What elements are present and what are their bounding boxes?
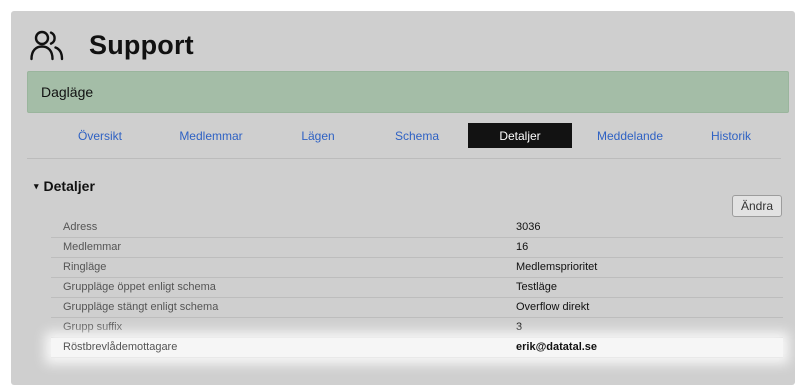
detail-row-grupp-suffix: Grupp suffix 3 (51, 318, 783, 338)
detail-value: Testläge (516, 281, 557, 293)
detail-value: 3036 (516, 221, 541, 233)
detail-key: Adress (63, 221, 98, 233)
details-section-toggle[interactable]: ▾ Detaljer (34, 178, 95, 194)
tab-medlemmar[interactable]: Medlemmar (159, 123, 263, 148)
detail-value: Overflow direkt (516, 301, 590, 313)
banner-text: Dagläge (41, 84, 94, 100)
detail-key: Grupp suffix (63, 321, 123, 333)
detail-key: Gruppläge stängt enligt schema (63, 301, 219, 313)
tab-meddelande[interactable]: Meddelande (578, 123, 682, 148)
caret-down-icon: ▾ (34, 180, 39, 191)
tab-oversikt[interactable]: Översikt (48, 123, 152, 148)
detail-key: Gruppläge öppet enligt schema (63, 281, 216, 293)
section-title: Detaljer (43, 178, 95, 194)
page-header: Support (30, 27, 194, 63)
detail-value: 3 (516, 321, 523, 333)
detail-row-gruppläge-stangt: Gruppläge stängt enligt schema Overflow … (51, 298, 783, 318)
detail-key: Ringläge (63, 261, 107, 273)
tab-lagen[interactable]: Lägen (266, 123, 370, 148)
detail-value: Medlemsprioritet (516, 261, 598, 273)
tab-historik[interactable]: Historik (679, 123, 783, 148)
tab-detaljer[interactable]: Detaljer (468, 123, 572, 148)
detail-key: Röstbrevlådemottagare (63, 341, 178, 353)
edit-button[interactable]: Ändra (732, 195, 782, 217)
status-banner: Dagläge (27, 71, 789, 113)
detail-value: 16 (516, 241, 529, 253)
detail-key: Medlemmar (63, 241, 122, 253)
detail-row-adress: Adress 3036 (51, 218, 783, 238)
detail-row-gruppläge-oppet: Gruppläge öppet enligt schema Testläge (51, 278, 783, 298)
detail-row-rostbrevladomottagare: Röstbrevlådemottagare erik@datatal.se (51, 338, 783, 358)
detail-row-ringlage: Ringläge Medlemsprioritet (51, 258, 783, 278)
tab-schema[interactable]: Schema (365, 123, 469, 148)
detail-row-medlemmar: Medlemmar 16 (51, 238, 783, 258)
detail-value: erik@datatal.se (516, 341, 598, 353)
details-table: Adress 3036 Medlemmar 16 Ringläge Medlem… (51, 218, 783, 358)
support-panel: Support Dagläge Översikt Medlemmar Lägen… (11, 11, 795, 385)
page-title: Support (89, 29, 194, 60)
users-icon (30, 29, 64, 61)
tab-bar: Översikt Medlemmar Lägen Schema Detaljer… (27, 123, 781, 159)
